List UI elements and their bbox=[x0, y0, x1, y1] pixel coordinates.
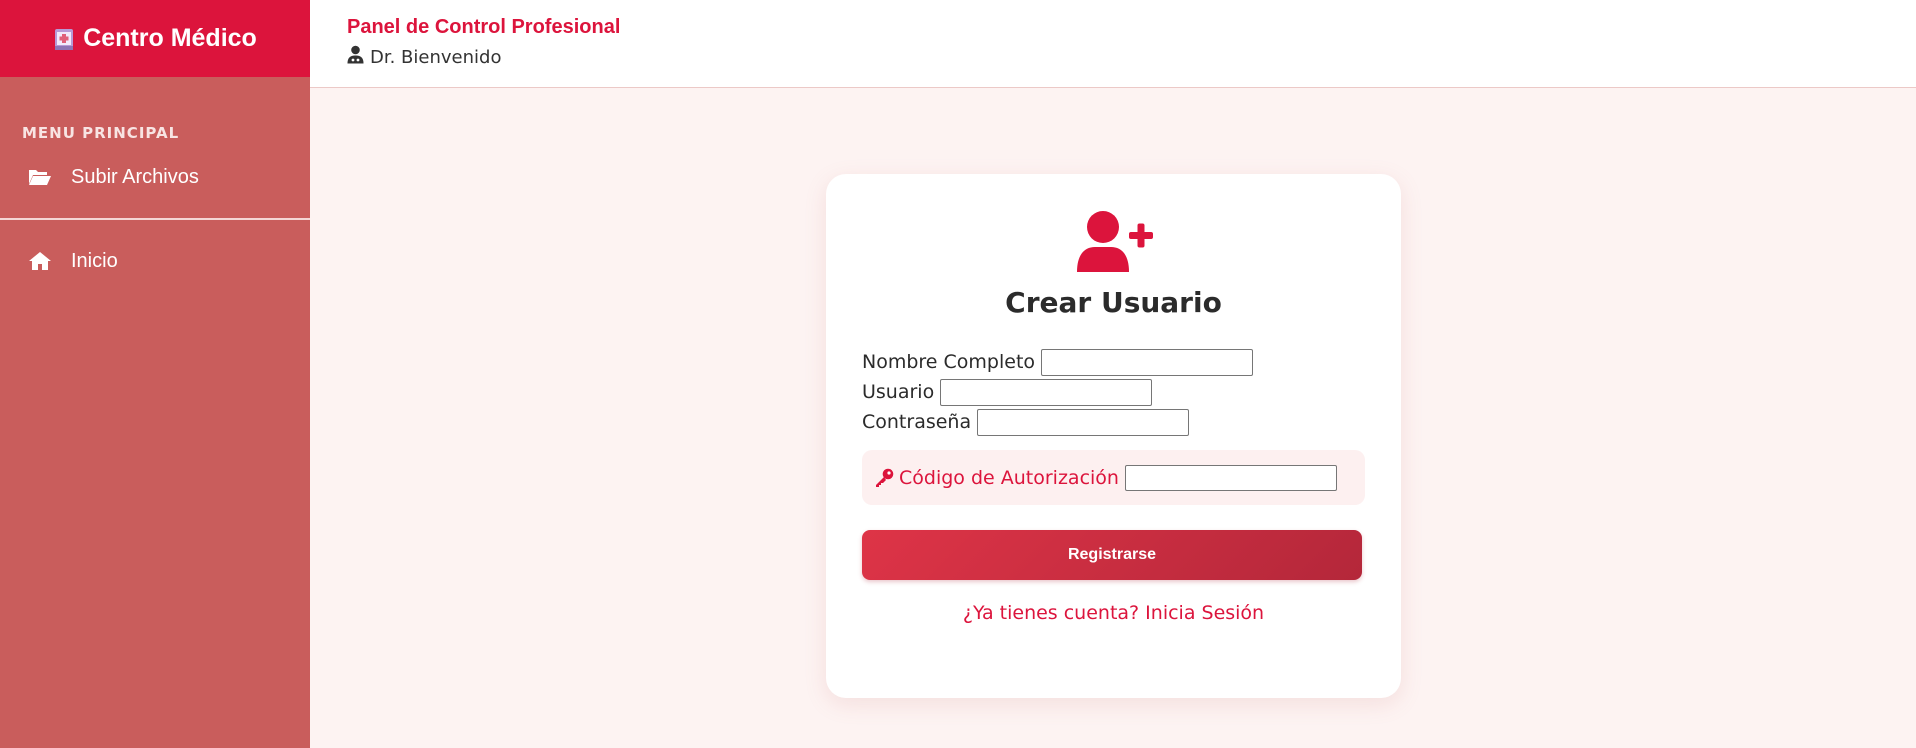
key-icon bbox=[874, 468, 894, 488]
form-title: Crear Usuario bbox=[1005, 286, 1222, 319]
folder-open-icon bbox=[28, 166, 52, 188]
authorization-label: Código de Autorización bbox=[899, 466, 1119, 489]
user-plus-icon bbox=[862, 210, 1365, 272]
page-title: Panel de Control Profesional bbox=[347, 16, 621, 38]
username-label: Usuario bbox=[862, 381, 935, 403]
register-form: Nombre Completo Usuario Contraseña Códig… bbox=[862, 347, 1365, 624]
username-field[interactable] bbox=[940, 378, 1153, 406]
full-name-row: Nombre Completo bbox=[862, 347, 1365, 377]
full-name-field[interactable] bbox=[1041, 348, 1254, 376]
brand-name: Centro Médico bbox=[83, 24, 257, 52]
username-row: Usuario bbox=[862, 377, 1365, 407]
password-field[interactable] bbox=[977, 408, 1190, 436]
app-layout: Centro Médico MENU PRINCIPAL Subir Archi… bbox=[0, 0, 1916, 748]
main-area: Panel de Control Profesional Dr. Bienven… bbox=[310, 0, 1916, 748]
full-name-label: Nombre Completo bbox=[862, 351, 1036, 373]
sidebar: Centro Médico MENU PRINCIPAL Subir Archi… bbox=[0, 0, 310, 748]
register-card: Crear Usuario Nombre Completo Usuario Co… bbox=[826, 174, 1401, 698]
brand[interactable]: Centro Médico bbox=[0, 0, 310, 77]
login-link[interactable]: ¿Ya tienes cuenta? Inicia Sesión bbox=[862, 602, 1365, 624]
password-row: Contraseña bbox=[862, 407, 1365, 437]
sidebar-item-label: Subir Archivos bbox=[71, 165, 199, 188]
user-name: Dr. Bienvenido bbox=[370, 46, 502, 68]
user-greeting: Dr. Bienvenido bbox=[347, 45, 1916, 69]
sidebar-item-subir-archivos[interactable]: Subir Archivos bbox=[0, 136, 310, 218]
content-area: Crear Usuario Nombre Completo Usuario Co… bbox=[310, 88, 1916, 748]
sidebar-item-label: Inicio bbox=[71, 249, 118, 272]
authorization-code-field[interactable] bbox=[1124, 464, 1337, 491]
doctor-icon bbox=[347, 45, 364, 69]
top-header: Panel de Control Profesional Dr. Bienven… bbox=[310, 0, 1916, 88]
password-label: Contraseña bbox=[862, 411, 972, 433]
home-icon bbox=[28, 250, 52, 272]
register-button[interactable]: Registrarse bbox=[862, 530, 1362, 580]
authorization-box: Código de Autorización bbox=[862, 450, 1365, 505]
hospital-icon bbox=[53, 26, 75, 52]
sidebar-item-inicio[interactable]: Inicio bbox=[0, 220, 310, 302]
